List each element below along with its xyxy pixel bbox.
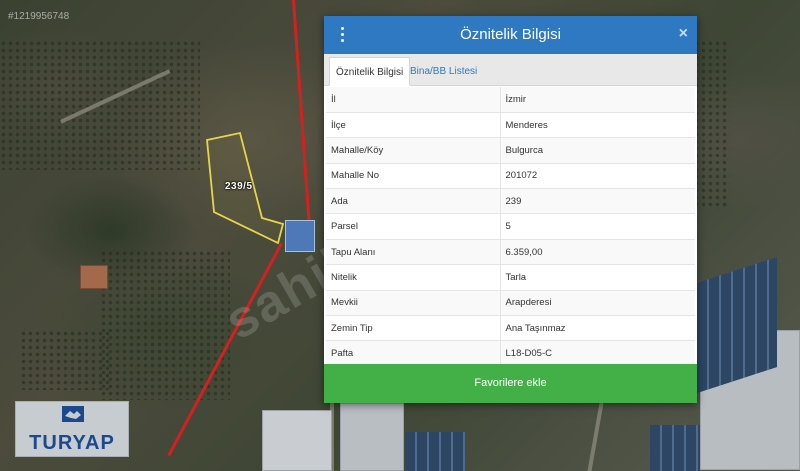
row-key: Mevkii [326, 290, 501, 317]
table-row: Mahalle No 201072 [326, 163, 695, 190]
row-value: Ana Taşınmaz [500, 315, 695, 342]
table-row: Nitelik Tarla [326, 264, 695, 291]
row-value: Arapderesi [500, 290, 695, 317]
table-row: Ada 239 [326, 188, 695, 215]
close-icon[interactable]: × [679, 25, 688, 43]
row-key: Mahalle/Köy [326, 137, 501, 164]
row-key: Mahalle No [326, 163, 501, 190]
dialog-tabs: Öznitelik Bilgisi Bina/BB Listesi [324, 54, 697, 86]
row-value: Tarla [500, 264, 695, 291]
row-value: 239 [500, 188, 695, 215]
row-value: İzmir [500, 87, 695, 113]
listing-id-watermark: #1219956748 [8, 11, 70, 22]
tab-building-list[interactable]: Bina/BB Listesi [404, 57, 483, 86]
attribute-dialog: Öznitelik Bilgisi × Öznitelik Bilgisi Bi… [324, 16, 697, 403]
table-row: İlçe Menderes [326, 112, 695, 139]
row-value: Bulgurca [500, 137, 695, 164]
row-key: Pafta [326, 340, 501, 367]
dialog-header: Öznitelik Bilgisi × [324, 16, 697, 54]
dialog-title: Öznitelik Bilgisi [460, 26, 561, 43]
logo-text: TURYAP [29, 432, 115, 454]
table-row: Tapu Alanı 6.359,00 [326, 239, 695, 266]
row-key: Zemin Tip [326, 315, 501, 342]
row-value: 6.359,00 [500, 239, 695, 266]
table-row: Pafta L18-D05-C [326, 340, 695, 367]
table-row: Parsel 5 [326, 213, 695, 240]
table-row: Mevkii Arapderesi [326, 290, 695, 317]
row-key: Tapu Alanı [326, 239, 501, 266]
add-to-favorites-button[interactable]: Favorilere ekle [324, 364, 697, 403]
turyap-logo: TURYAP [15, 401, 129, 457]
table-row: Zemin Tip Ana Taşınmaz [326, 315, 695, 342]
row-value: Menderes [500, 112, 695, 139]
row-key: Ada [326, 188, 501, 215]
table-row: Mahalle/Köy Bulgurca [326, 137, 695, 164]
tab-attribute-info[interactable]: Öznitelik Bilgisi [329, 57, 411, 86]
handshake-icon [62, 406, 84, 422]
row-key: Parsel [326, 213, 501, 240]
row-value: 5 [500, 213, 695, 240]
row-key: İlçe [326, 112, 501, 139]
row-value: L18-D05-C [500, 340, 695, 367]
row-key: Nitelik [326, 264, 501, 291]
parcel-label: 239/5 [225, 181, 253, 192]
row-key: İl [326, 87, 501, 113]
attribute-table: İl İzmir İlçe Menderes Mahalle/Köy Bulgurca… [326, 87, 695, 367]
table-row: İl İzmir [326, 87, 695, 113]
row-value: 201072 [500, 163, 695, 190]
